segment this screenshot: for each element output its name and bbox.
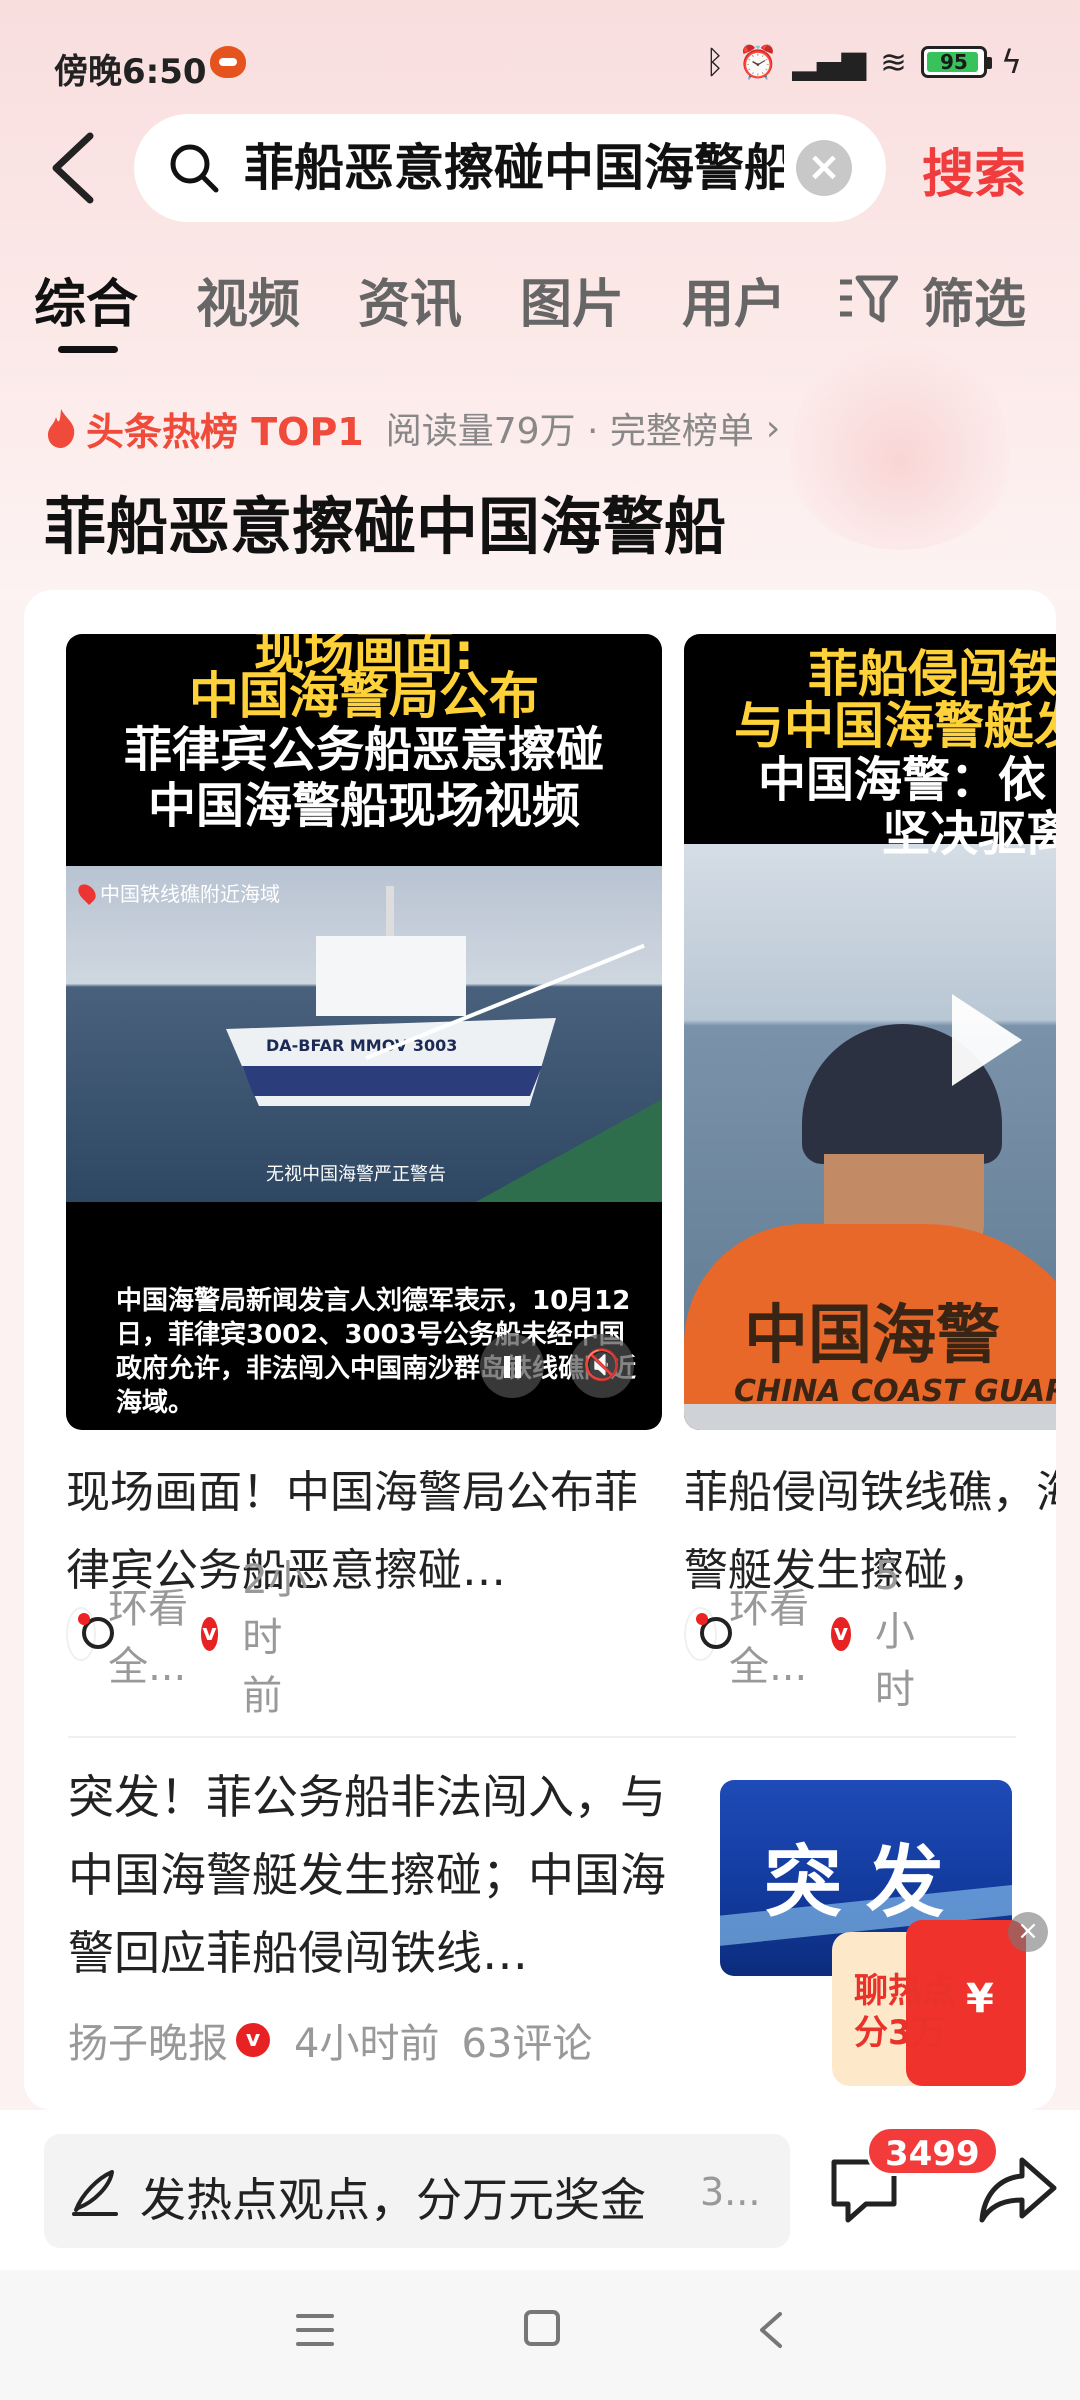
comment-input[interactable]: 发热点观点，分万元奖金 3... — [44, 2134, 790, 2248]
search-box[interactable]: 菲船恶意擦碰中国海警船 × — [134, 114, 886, 222]
charging-icon: ϟ — [1000, 43, 1022, 81]
wifi-icon: ≋ — [880, 43, 907, 81]
hot-rank-label: 头条热榜 TOP1 — [86, 409, 364, 454]
article-title[interactable]: 突发！菲公务船非法闯入，与中国海警艇发生擦碰；中国海警回应菲船侵闯铁线… — [68, 1758, 688, 1992]
filter-icon[interactable] — [838, 270, 898, 326]
alarm-icon: ⏰ — [738, 43, 779, 81]
battery-icon: 95 — [920, 46, 992, 78]
video-frame: 中国海警 CHINA COAST GUARD — [684, 844, 1056, 1430]
video-player[interactable]: 中国海警 CHINA COAST GUARD 菲船侵闯铁 与中国海警艇发 中国海… — [684, 634, 1056, 1430]
post-time: 5小时 — [874, 1553, 915, 1713]
search-icon — [170, 144, 219, 193]
article-comments: 63评论 — [461, 2021, 593, 2067]
system-nav-bar — [0, 2270, 1080, 2400]
vest-text-en: CHINA COAST GUARD — [734, 1374, 1056, 1409]
article-source[interactable]: 扬子晚报 — [68, 2011, 228, 2069]
fire-icon — [48, 409, 75, 448]
clear-search-icon[interactable]: × — [796, 140, 852, 196]
verified-badge-icon: v — [236, 2023, 270, 2057]
hot-rank-line[interactable]: 头条热榜 TOP1 阅读量79万 · 完整榜单 › — [44, 398, 780, 458]
search-button[interactable]: 搜索 — [922, 132, 1026, 207]
video-author-row: 环看全... v 2小时前 — [66, 1557, 318, 1719]
pen-icon — [72, 2170, 118, 2216]
recent-apps-icon[interactable] — [296, 2314, 338, 2350]
search-tabs: 综合 视频 资讯 图片 用户 筛选 — [0, 254, 1080, 354]
tab-news[interactable]: 资讯 — [358, 262, 462, 337]
video-subtitle: 中国海警局新闻发言人刘德军表示，10月12日，菲律宾3002、3003号公务船未… — [116, 1286, 637, 1418]
back-arrow-icon — [52, 132, 94, 204]
ship-registration: DA-BFAR MMOV 3003 — [266, 1036, 458, 1055]
hot-rank-meta: 阅读量79万 · 完整榜单 — [385, 411, 754, 452]
pause-icon[interactable] — [480, 1334, 544, 1398]
tab-comprehensive[interactable]: 综合 — [34, 262, 138, 337]
article-time: 4小时前 — [294, 2021, 440, 2067]
video-author-row: 环看全... v 5小时 — [684, 1553, 936, 1713]
avatar[interactable] — [66, 1607, 115, 1661]
verified-badge-icon: v — [200, 1617, 219, 1651]
thumbnail-text: 突发 — [763, 1838, 968, 1928]
search-input[interactable]: 菲船恶意擦碰中国海警船 — [244, 136, 784, 200]
yen-icon: ¥ — [966, 1976, 994, 2022]
home-icon[interactable] — [524, 2310, 560, 2346]
close-icon[interactable]: × — [1008, 1912, 1048, 1952]
comment-placeholder: 发热点观点，分万元奖金 — [140, 2173, 646, 2227]
location-tag: 中国铁线礁附近海域 — [74, 878, 280, 907]
share-icon[interactable] — [978, 2150, 1058, 2226]
article-meta: 扬子晚报 v 4小时前 63评论 — [68, 2010, 592, 2070]
comment-extra: 3... — [700, 2170, 761, 2214]
video-watermark: 无视中国海警严正警告 — [266, 1164, 446, 1185]
vest-text: 中国海警 — [744, 1299, 1000, 1373]
bluetooth-icon: ᛒ — [705, 43, 725, 81]
ship-band — [242, 1066, 542, 1096]
tab-filter[interactable]: 筛选 — [922, 262, 1026, 337]
status-time: 傍晚6:50 — [54, 52, 207, 92]
post-time: 2小时前 — [242, 1557, 308, 1719]
verified-badge-icon: v — [831, 1617, 851, 1651]
author-name[interactable]: 环看全... — [108, 1576, 190, 1692]
location-pin-icon — [74, 880, 100, 905]
tab-video[interactable]: 视频 — [196, 262, 300, 337]
topic-title[interactable]: 菲船恶意擦碰中国海警船 — [44, 476, 726, 566]
app-notification-icon — [210, 46, 246, 78]
tab-users[interactable]: 用户 — [682, 262, 786, 337]
status-icons: ᛒ ⏰ ▂▄▆ ≋ 95 ϟ — [705, 40, 1022, 84]
author-name[interactable]: 环看全... — [729, 1576, 821, 1692]
active-tab-indicator — [58, 346, 118, 353]
video-player[interactable]: 现场画面: 中国海警局公布 菲律宾公务船恶意擦碰 中国海警船现场视频 中国铁线礁… — [66, 634, 662, 1430]
video-caption: 坚决驱离 — [882, 806, 1056, 862]
play-icon[interactable] — [952, 994, 1022, 1086]
back-button[interactable] — [44, 128, 104, 208]
battery-level: 95 — [939, 50, 968, 74]
red-packet-float[interactable]: 聊热点分3万 ¥ × — [832, 1912, 1048, 2090]
divider — [68, 1736, 1016, 1738]
ship-cabin — [316, 936, 466, 1016]
signal-icon: ▂▄▆ — [792, 43, 867, 81]
back-icon[interactable] — [752, 2308, 792, 2352]
mute-icon[interactable]: 🔇 — [570, 1334, 634, 1398]
status-bar: 傍晚6:50 ᛒ ⏰ ▂▄▆ ≋ 95 ϟ — [0, 0, 1080, 110]
red-packet-text: 聊热点分3万 — [854, 1971, 956, 2053]
tab-images[interactable]: 图片 — [520, 262, 624, 337]
flame-watermark — [790, 330, 1010, 550]
chevron-right-icon: › — [765, 407, 781, 449]
results-card: 现场画面: 中国海警局公布 菲律宾公务船恶意擦碰 中国海警船现场视频 中国铁线礁… — [24, 590, 1056, 2110]
avatar[interactable] — [684, 1607, 733, 1661]
comment-bar: 发热点观点，分万元奖金 3... 3499 — [0, 2110, 1080, 2270]
video-frame: 中国铁线礁附近海域 DA-BFAR MMOV 3003 无视中国海警严正警告 — [66, 866, 662, 1202]
location-text: 中国铁线礁附近海域 — [100, 882, 280, 906]
video-caption: 中国海警船现场视频 — [147, 778, 580, 834]
